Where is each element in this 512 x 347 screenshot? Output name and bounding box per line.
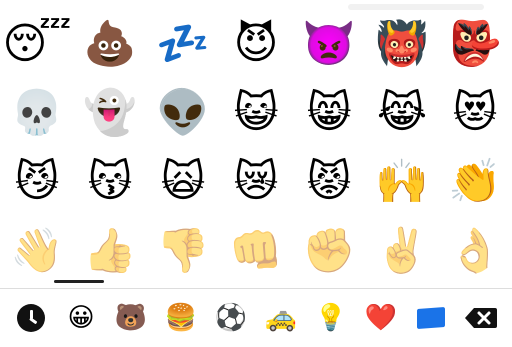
soccer-ball-icon: ⚽ (214, 303, 248, 333)
activity-category-button[interactable]: ⚽ (214, 301, 248, 335)
smileys-category-button[interactable]: 😀 (64, 301, 98, 335)
emoji-raised-fist[interactable]: ✊ (293, 217, 366, 286)
emoji-raising-hands[interactable]: 🙌 (366, 148, 439, 217)
emoji-skull[interactable]: 💀 (1, 79, 74, 148)
emoji-clapping-hands[interactable]: 👏 (439, 148, 512, 217)
taxi-icon: 🚕 (264, 303, 298, 333)
food-category-button[interactable]: 🍔 (164, 301, 198, 335)
emoji-thumbs-up[interactable]: 👍 (74, 217, 147, 286)
burger-icon: 🍔 (164, 303, 198, 333)
emoji-waving-hand[interactable]: 👋 (1, 217, 74, 286)
backspace-icon (464, 306, 498, 330)
emoji-ogre[interactable]: 👹 (366, 10, 439, 79)
emoji-oncoming-fist[interactable]: 👊 (220, 217, 293, 286)
emoji-zzz[interactable]: 💤 (147, 10, 220, 79)
light-bulb-icon: 💡 (314, 303, 348, 333)
emoji-angry-devil[interactable]: 👿 (293, 10, 366, 79)
symbols-category-button[interactable]: ❤️ (364, 301, 398, 335)
emoji-goblin[interactable]: 👺 (439, 10, 512, 79)
emoji-weary-cat[interactable]: 🙀 (147, 148, 220, 217)
bear-icon: 🐻 (114, 303, 148, 333)
heart-icon: ❤️ (364, 303, 398, 333)
emoji-grinning-cat[interactable]: 😺 (220, 79, 293, 148)
recent-category-button[interactable] (14, 301, 48, 335)
objects-category-button[interactable]: 💡 (314, 301, 348, 335)
category-bar: 😀 🐻 🍔 ⚽ 🚕 💡 ❤️ (0, 288, 512, 347)
emoji-alien[interactable]: 👽 (147, 79, 220, 148)
emoji-grinning-cat-smiling-eyes[interactable]: 😸 (293, 79, 366, 148)
emoji-smiling-devil[interactable]: 😈 (220, 10, 293, 79)
emoji-pile-of-poo[interactable]: 💩 (74, 10, 147, 79)
flag-icon (417, 307, 445, 329)
emoji-cat-tears-of-joy[interactable]: 😹 (366, 79, 439, 148)
emoji-ghost[interactable]: 👻 (74, 79, 147, 148)
emoji-heart-eyes-cat[interactable]: 😻 (439, 79, 512, 148)
flags-category-button[interactable] (414, 301, 448, 335)
active-category-indicator (54, 280, 104, 283)
emoji-keyboard: 😴 💩 💤 😈 👿 👹 👺 💀 👻 👽 😺 😸 😹 😻 😼 😽 🙀 😿 😾 🙌 … (0, 0, 512, 347)
emoji-pouting-cat[interactable]: 😾 (293, 148, 366, 217)
emoji-wry-smile-cat[interactable]: 😼 (1, 148, 74, 217)
clock-icon (17, 304, 45, 332)
emoji-grid: 😴 💩 💤 😈 👿 👹 👺 💀 👻 👽 😺 😸 😹 😻 😼 😽 🙀 😿 😾 🙌 … (0, 10, 512, 280)
travel-category-button[interactable]: 🚕 (264, 301, 298, 335)
emoji-sleeping-face[interactable]: 😴 (1, 10, 74, 79)
smiley-icon: 😀 (67, 303, 95, 333)
emoji-kissing-cat[interactable]: 😽 (74, 148, 147, 217)
animals-category-button[interactable]: 🐻 (114, 301, 148, 335)
emoji-crying-cat[interactable]: 😿 (220, 148, 293, 217)
emoji-thumbs-down[interactable]: 👎 (147, 217, 220, 286)
emoji-ok-hand[interactable]: 👌 (439, 217, 512, 286)
delete-button[interactable] (464, 301, 498, 335)
emoji-victory-hand[interactable]: ✌️ (366, 217, 439, 286)
